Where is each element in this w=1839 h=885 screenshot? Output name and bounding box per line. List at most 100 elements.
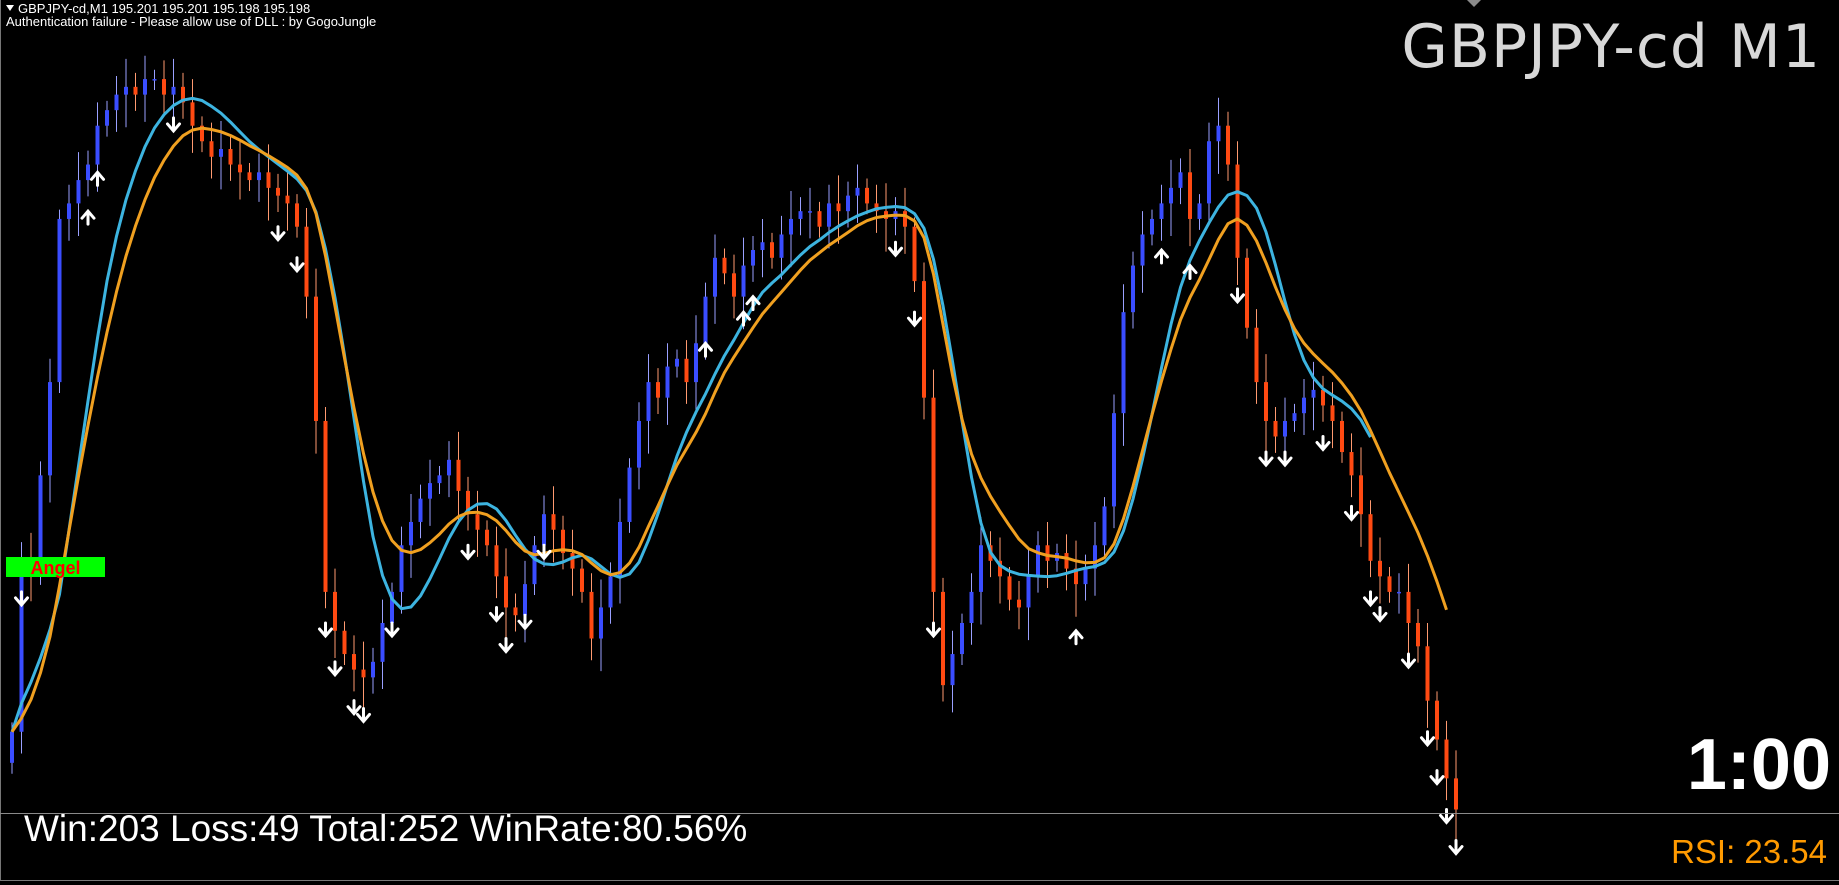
candle-bull <box>1150 218 1154 235</box>
candle-bull <box>1397 591 1401 594</box>
candle-bull <box>48 382 52 476</box>
candle-bear <box>1321 389 1325 406</box>
candle-bear <box>494 545 499 577</box>
candle-bear <box>732 273 736 297</box>
candle-bull <box>779 234 784 258</box>
arrow-stroke <box>460 543 476 561</box>
candle-bear <box>656 382 660 398</box>
candle-bear <box>314 296 318 421</box>
angel-badge[interactable]: Angel <box>6 557 105 578</box>
candle-bull <box>38 475 43 569</box>
candle-bull <box>665 366 670 398</box>
candle-bull <box>1036 545 1040 577</box>
candle-bull <box>447 459 451 476</box>
candle-bear <box>209 141 214 157</box>
candle-bull <box>627 467 632 522</box>
candle-bear <box>1359 475 1363 515</box>
candle-bear <box>456 459 461 491</box>
arrow-stroke <box>327 660 343 678</box>
arrow-stroke <box>926 621 941 639</box>
candle-bear <box>912 226 917 282</box>
sell-arrow-icon <box>166 116 181 134</box>
candle-bear <box>485 529 489 546</box>
arrow-stroke <box>270 225 286 243</box>
arrow-stroke <box>1344 504 1359 522</box>
indicator-status-message: Authentication failure - Please allow us… <box>6 14 377 29</box>
arrow-stroke <box>14 590 29 608</box>
sell-arrow-icon <box>1439 807 1454 825</box>
candle-bear <box>941 591 945 686</box>
buy-arrow-icon <box>80 208 96 226</box>
arrow-stroke <box>166 116 181 134</box>
candle-bull <box>950 654 955 686</box>
candle-bull <box>152 79 157 81</box>
candle-bull <box>95 125 100 165</box>
candle-bear <box>190 102 195 126</box>
sell-arrow-icon <box>384 621 400 639</box>
candle-bull <box>380 622 385 662</box>
candle-bull <box>694 343 698 383</box>
candle-bull <box>608 576 613 608</box>
candle-bear <box>1188 172 1192 219</box>
arrow-stroke <box>1230 287 1245 305</box>
candle-bear <box>903 211 907 227</box>
candle-bull <box>105 110 109 126</box>
candle-bear <box>1368 514 1373 561</box>
arrow-stroke <box>1315 435 1331 452</box>
arrow-stroke <box>498 637 514 654</box>
candle-bull <box>1026 576 1031 608</box>
candle-bear <box>570 553 575 569</box>
candle-bear <box>1406 591 1411 623</box>
candle-bear <box>931 397 936 592</box>
candle-bull <box>751 250 755 266</box>
candle-bull <box>846 195 850 212</box>
candle-bull <box>1169 187 1173 204</box>
collapse-triangle-icon[interactable] <box>6 5 14 11</box>
candle-bull <box>1283 420 1287 437</box>
sell-arrow-icon <box>907 310 922 328</box>
win-loss-stats: Win:203 Loss:49 Total:252 WinRate:80.56% <box>24 808 748 849</box>
candle-bear <box>684 358 689 383</box>
candle-bear <box>238 164 242 173</box>
candle-bear <box>1235 164 1240 258</box>
candle-bear <box>513 607 518 616</box>
candle-bull <box>428 483 432 499</box>
sell-arrow-icon <box>327 660 343 678</box>
candle-bull <box>1207 141 1211 204</box>
candle-bull <box>855 187 860 196</box>
sell-arrow-icon <box>1258 450 1274 468</box>
buy-arrow-icon <box>1154 247 1169 265</box>
candle-bear <box>1264 382 1268 421</box>
arrow-stroke <box>517 613 533 631</box>
candle-bull <box>219 149 223 157</box>
time-scale <box>0 880 1839 885</box>
candle-bull <box>789 218 793 235</box>
sell-arrow-icon <box>517 613 533 631</box>
sell-arrow-icon <box>460 543 476 561</box>
arrow-stroke <box>1258 450 1274 468</box>
sell-arrow-icon <box>1372 605 1388 623</box>
candle-bear <box>285 195 290 204</box>
candle-bear <box>1045 545 1050 561</box>
angel-badge-label: Angel <box>30 558 81 578</box>
sell-arrow-icon <box>270 225 286 243</box>
price-chart[interactable] <box>0 0 1839 884</box>
candle-bull <box>532 545 537 585</box>
sell-arrow-icon <box>1277 450 1293 468</box>
candle-bear <box>1226 125 1230 165</box>
candle-bear <box>1425 646 1430 701</box>
candle-bear <box>1254 327 1259 383</box>
arrow-stroke <box>888 240 903 258</box>
sell-arrow-icon <box>1448 839 1464 856</box>
candle-bear <box>276 187 280 196</box>
arrow-stroke <box>1068 628 1084 646</box>
candle-bear <box>1007 576 1012 600</box>
candle-bull <box>1121 312 1126 414</box>
sell-arrow-icon <box>1429 769 1445 786</box>
candle-bear <box>1273 420 1278 437</box>
sell-arrow-icon <box>1420 730 1435 748</box>
candle-bull <box>1083 568 1088 585</box>
candle-bear <box>1387 576 1392 592</box>
arrow-stroke <box>318 621 333 639</box>
arrow-stroke <box>1420 730 1435 748</box>
